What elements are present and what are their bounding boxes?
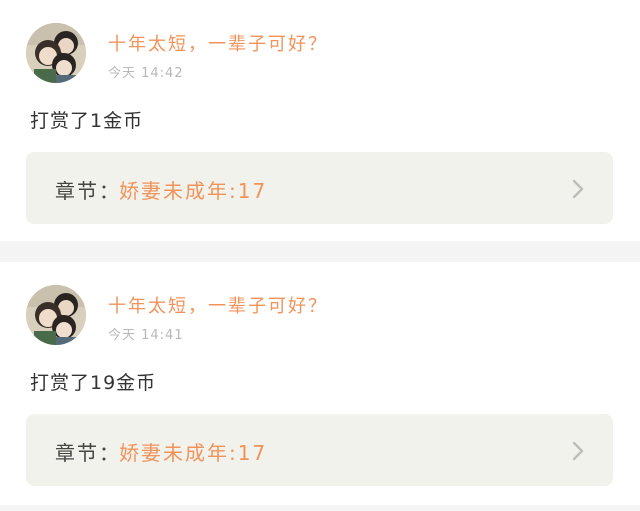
chevron-right-icon — [569, 179, 587, 199]
username[interactable]: 十年太短，一辈子可好？ — [108, 30, 328, 56]
chapter-link[interactable]: 章节： 娇妻未成年:17 — [26, 414, 613, 486]
chapter-label: 章节： — [55, 179, 121, 203]
timestamp: 今天 14:41 — [108, 328, 184, 343]
chapter-title: 娇妻未成年:17 — [119, 441, 268, 465]
user-avatar-icon[interactable] — [26, 285, 86, 345]
tip-content: 打赏了19金币 — [30, 372, 157, 394]
user-avatar-icon[interactable] — [26, 23, 86, 83]
tip-entry: 十年太短，一辈子可好？ 今天 14:41 打赏了19金币 章节： 娇妻未成年:1… — [0, 262, 640, 505]
username[interactable]: 十年太短，一辈子可好？ — [108, 292, 328, 318]
chevron-right-icon — [569, 441, 587, 461]
entry-divider — [0, 241, 640, 262]
tip-entry: 十年太短，一辈子可好？ 今天 14:42 打赏了1金币 章节： 娇妻未成年:17 — [0, 0, 640, 241]
chapter-link[interactable]: 章节： 娇妻未成年:17 — [26, 152, 613, 224]
chapter-label: 章节： — [55, 441, 121, 465]
tip-content: 打赏了1金币 — [30, 110, 144, 132]
chapter-title: 娇妻未成年:17 — [119, 179, 268, 203]
timestamp: 今天 14:42 — [108, 66, 184, 81]
tip-feed: 十年太短，一辈子可好？ 今天 14:42 打赏了1金币 章节： 娇妻未成年:17 — [0, 0, 640, 511]
entry-divider — [0, 505, 640, 511]
